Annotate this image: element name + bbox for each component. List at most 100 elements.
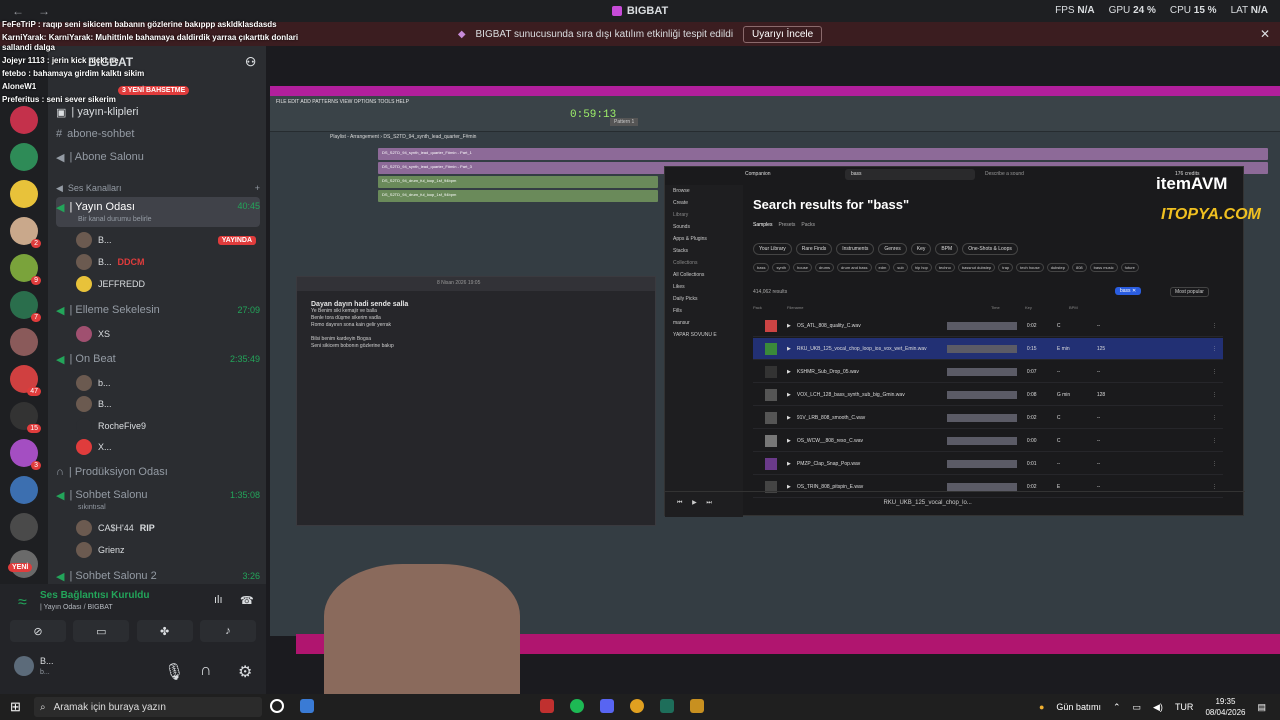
notification-icon[interactable]: ▤ (1257, 702, 1266, 713)
back-arrow-icon[interactable]: ← (12, 4, 24, 18)
server-icon[interactable] (10, 180, 38, 208)
tag-chip[interactable]: synth (772, 263, 791, 272)
column-header[interactable]: Time (991, 305, 1021, 310)
more-icon[interactable]: ⋮ (1212, 346, 1217, 352)
play-icon[interactable]: ▶ (787, 392, 791, 398)
volume-icon[interactable]: ◀) (1153, 702, 1163, 713)
play-icon[interactable]: ▶ (787, 484, 791, 490)
sound-bars-icon[interactable]: ılı (214, 594, 223, 606)
server-icon[interactable] (10, 106, 38, 134)
clock[interactable]: 19:35 08/04/2026 (1205, 696, 1245, 718)
tab-packs[interactable]: Packs (801, 222, 815, 228)
soundboard-icon[interactable]: ♪ (199, 620, 256, 642)
server-icon[interactable] (10, 143, 38, 171)
channel-abone-salonu[interactable]: ◀ | Abone Salonu (56, 147, 260, 167)
daw-menu[interactable]: FILE EDIT ADD PATTERNS VIEW OPTIONS TOOL… (276, 99, 1274, 105)
waveform[interactable] (946, 482, 1017, 491)
voice-user[interactable]: XS (76, 326, 110, 342)
nav-sounds[interactable]: Sounds (665, 221, 743, 233)
tab-samples[interactable]: Samples (753, 222, 772, 228)
describe-sound-input[interactable]: Describe a sound (985, 171, 1024, 177)
tag-chip[interactable]: bass (753, 263, 770, 272)
activities-icon[interactable]: ✤ (136, 620, 193, 642)
waveform[interactable] (946, 413, 1017, 422)
nav-create[interactable]: Create (665, 197, 743, 209)
filter-bpm[interactable]: BPM (935, 243, 959, 255)
tag-chip[interactable]: bass music (1089, 263, 1118, 272)
taskbar-search[interactable]: ⌕ Aramak için buraya yazın (34, 697, 262, 717)
play-icon[interactable]: ▶ (787, 461, 791, 467)
waveform[interactable] (946, 321, 1017, 330)
cortana-icon[interactable] (270, 699, 284, 713)
note-title[interactable]: Dayan dayın hadi sende salla (311, 301, 641, 308)
nav-yapar[interactable]: YAPAR SOVUNU E (665, 329, 743, 341)
nav-all-collections[interactable]: All Collections (665, 269, 743, 281)
tag-chip[interactable]: 808 (1071, 263, 1087, 272)
channel-abone-sohbet[interactable]: # abone-sohbet (56, 124, 260, 144)
nav-browse[interactable]: Browse (665, 185, 743, 197)
play-icon[interactable]: ▶ (787, 323, 791, 329)
tag-chip[interactable]: tech house (1016, 263, 1044, 272)
app-icon[interactable] (540, 699, 554, 713)
server-icon[interactable] (10, 513, 38, 541)
play-icon[interactable]: ▶ (692, 500, 697, 506)
search-input[interactable]: bass (845, 169, 975, 180)
app-icon[interactable] (300, 699, 314, 713)
column-header[interactable]: BPM (1069, 305, 1099, 310)
voice-user[interactable]: B... DDCM (76, 254, 145, 270)
filter-your-library[interactable]: Your Library (753, 243, 792, 255)
app-icon[interactable] (690, 699, 704, 713)
tag-chip[interactable]: trap (998, 263, 1014, 272)
gear-icon[interactable]: ⚙ (238, 662, 252, 682)
table-row[interactable]: ▶ RKU_UKB_125_vocal_chop_loop_ios_vox_wet… (753, 338, 1223, 360)
more-icon[interactable]: ⋮ (1212, 392, 1217, 398)
channel-produksiyon-odasi[interactable]: ∩ | Prodüksiyon Odası (56, 462, 260, 482)
active-filter-chip[interactable]: bass ✕ (1115, 287, 1142, 295)
nav-apps-plugins[interactable]: Apps & Plugins (665, 233, 743, 245)
tag-chip[interactable]: dubstep (1046, 263, 1069, 272)
voice-user[interactable]: B... YAYINDA (76, 232, 256, 248)
server-icon[interactable]: 9 (10, 254, 41, 285)
channel-on-beat[interactable]: ◀ | On Beat 2:35:49 (56, 349, 260, 369)
weather-icon[interactable]: ● (1039, 702, 1044, 712)
microphone-icon[interactable]: 🎙 (164, 662, 184, 682)
forward-arrow-icon[interactable]: → (38, 4, 50, 18)
disconnect-icon[interactable]: ☎ (240, 594, 254, 607)
pattern-select[interactable]: Pattern 1 (610, 118, 639, 126)
chrome-icon[interactable] (630, 699, 644, 713)
play-icon[interactable]: ▶ (787, 438, 791, 444)
voice-user[interactable]: JEFFREDD (76, 276, 145, 292)
channel-status[interactable]: Bir kanal durumu belirle (78, 216, 152, 223)
waveform[interactable] (946, 459, 1017, 468)
new-badge[interactable]: YENİ (8, 563, 33, 572)
channel-sohbet-salonu[interactable]: ◀ | Sohbet Salonu 1:35:08 (56, 485, 260, 505)
current-user[interactable]: B... b... (14, 656, 54, 676)
server-icon[interactable]: 15 (10, 402, 41, 433)
more-icon[interactable]: ⋮ (1212, 438, 1217, 444)
tag-chip[interactable]: bassnut dubstep (957, 263, 996, 272)
table-row[interactable]: ▶ VOX_LCH_128_bass_synth_sub_big_Gmin.wav… (753, 384, 1223, 406)
server-icon[interactable]: 7 (10, 291, 41, 322)
filter-one-shots-loops[interactable]: One-Shots & Loops (962, 243, 1018, 255)
play-icon[interactable]: ▶ (787, 415, 791, 421)
play-icon[interactable]: ▶ (787, 369, 791, 375)
review-warning-button[interactable]: Uyarıyı İncele (743, 25, 823, 43)
sort-select[interactable]: Most popular (1170, 287, 1209, 297)
more-icon[interactable]: ⋮ (1212, 369, 1217, 375)
tag-chip[interactable]: drum and bass (837, 263, 872, 272)
tag-chip[interactable]: house (793, 263, 812, 272)
server-icon[interactable] (10, 476, 38, 504)
language-indicator[interactable]: TUR (1175, 702, 1194, 712)
spotify-icon[interactable] (570, 699, 584, 713)
voice-user[interactable]: Grienz (76, 542, 125, 558)
channel-elleme-sekelesin[interactable]: ◀ | Elleme Sekelesin 27:09 (56, 300, 260, 320)
server-icon[interactable]: 3 (10, 439, 41, 470)
tag-chip[interactable]: future (1120, 263, 1139, 272)
waveform[interactable] (946, 367, 1017, 376)
tray-arrow-icon[interactable]: ⌃ (1113, 702, 1121, 713)
server-icon[interactable]: 47 (10, 365, 41, 396)
column-header[interactable]: Pack (753, 305, 783, 310)
camera-off-icon[interactable]: ⊘ (10, 620, 66, 642)
tag-chip[interactable]: edm (874, 263, 891, 272)
server-icon[interactable] (10, 328, 38, 356)
